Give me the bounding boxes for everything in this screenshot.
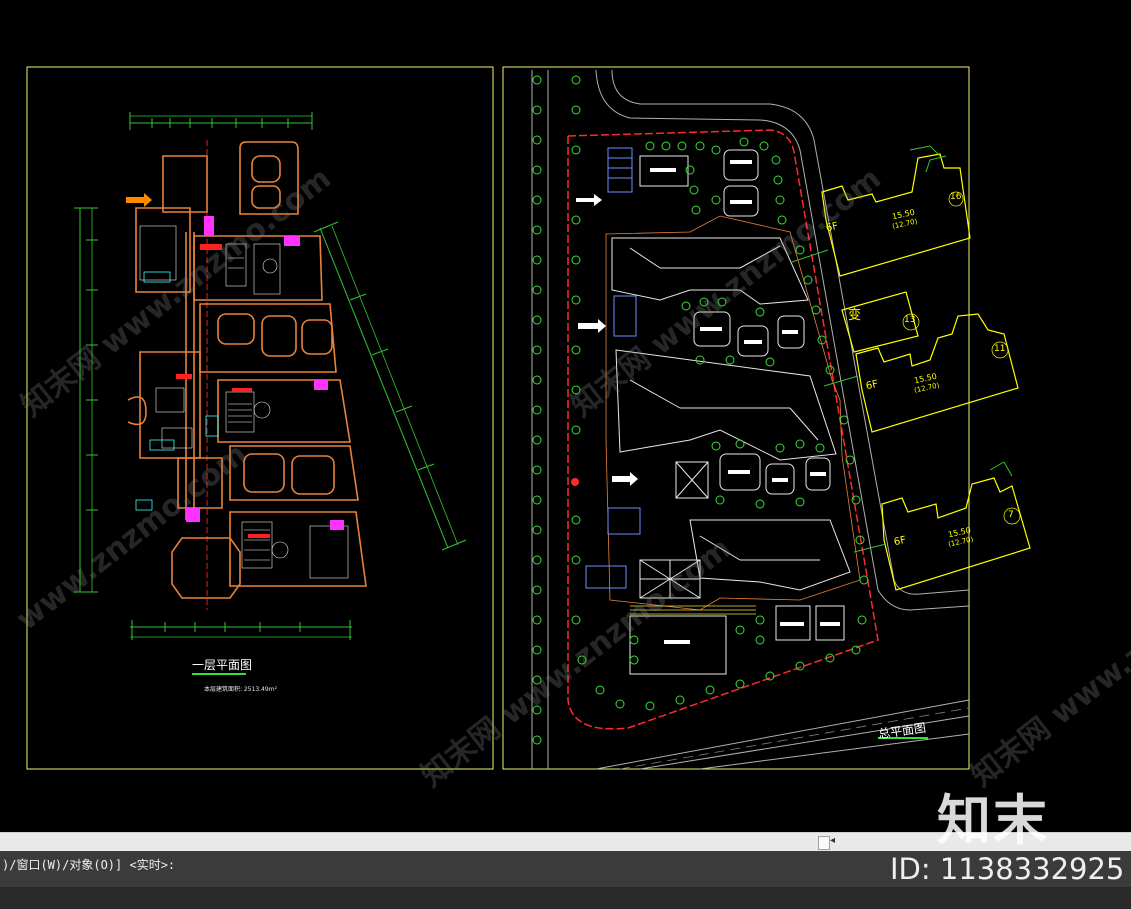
- bldg-c-number: 11: [994, 344, 1006, 354]
- bldg-b-mark: 变: [848, 308, 862, 323]
- scrollbar-thumb[interactable]: [818, 836, 830, 850]
- status-strip: [0, 887, 1131, 909]
- scroll-left-arrow-icon[interactable]: ◂: [830, 835, 835, 846]
- bldg-a-number: 16: [950, 192, 962, 202]
- cad-drawing-canvas[interactable]: 一层平面图 本层建筑面积: 2513.49m² 总平面图 6F 16 15.50…: [0, 0, 1131, 832]
- floor-area-note: 本层建筑面积: 2513.49m²: [204, 686, 277, 693]
- bldg-d-number: 7: [1008, 510, 1014, 520]
- watermark-id: ID: 1138332925: [890, 852, 1125, 886]
- watermark-logo: 知末: [937, 789, 1049, 852]
- bldg-b-number: 13: [904, 315, 916, 325]
- floor-plan-title: 一层平面图: [192, 658, 253, 672]
- site-plan: [531, 69, 1031, 770]
- drawing-area[interactable]: [0, 0, 1131, 832]
- command-prompt: )/窗口(W)/对象(O)] <实时>:: [2, 858, 176, 872]
